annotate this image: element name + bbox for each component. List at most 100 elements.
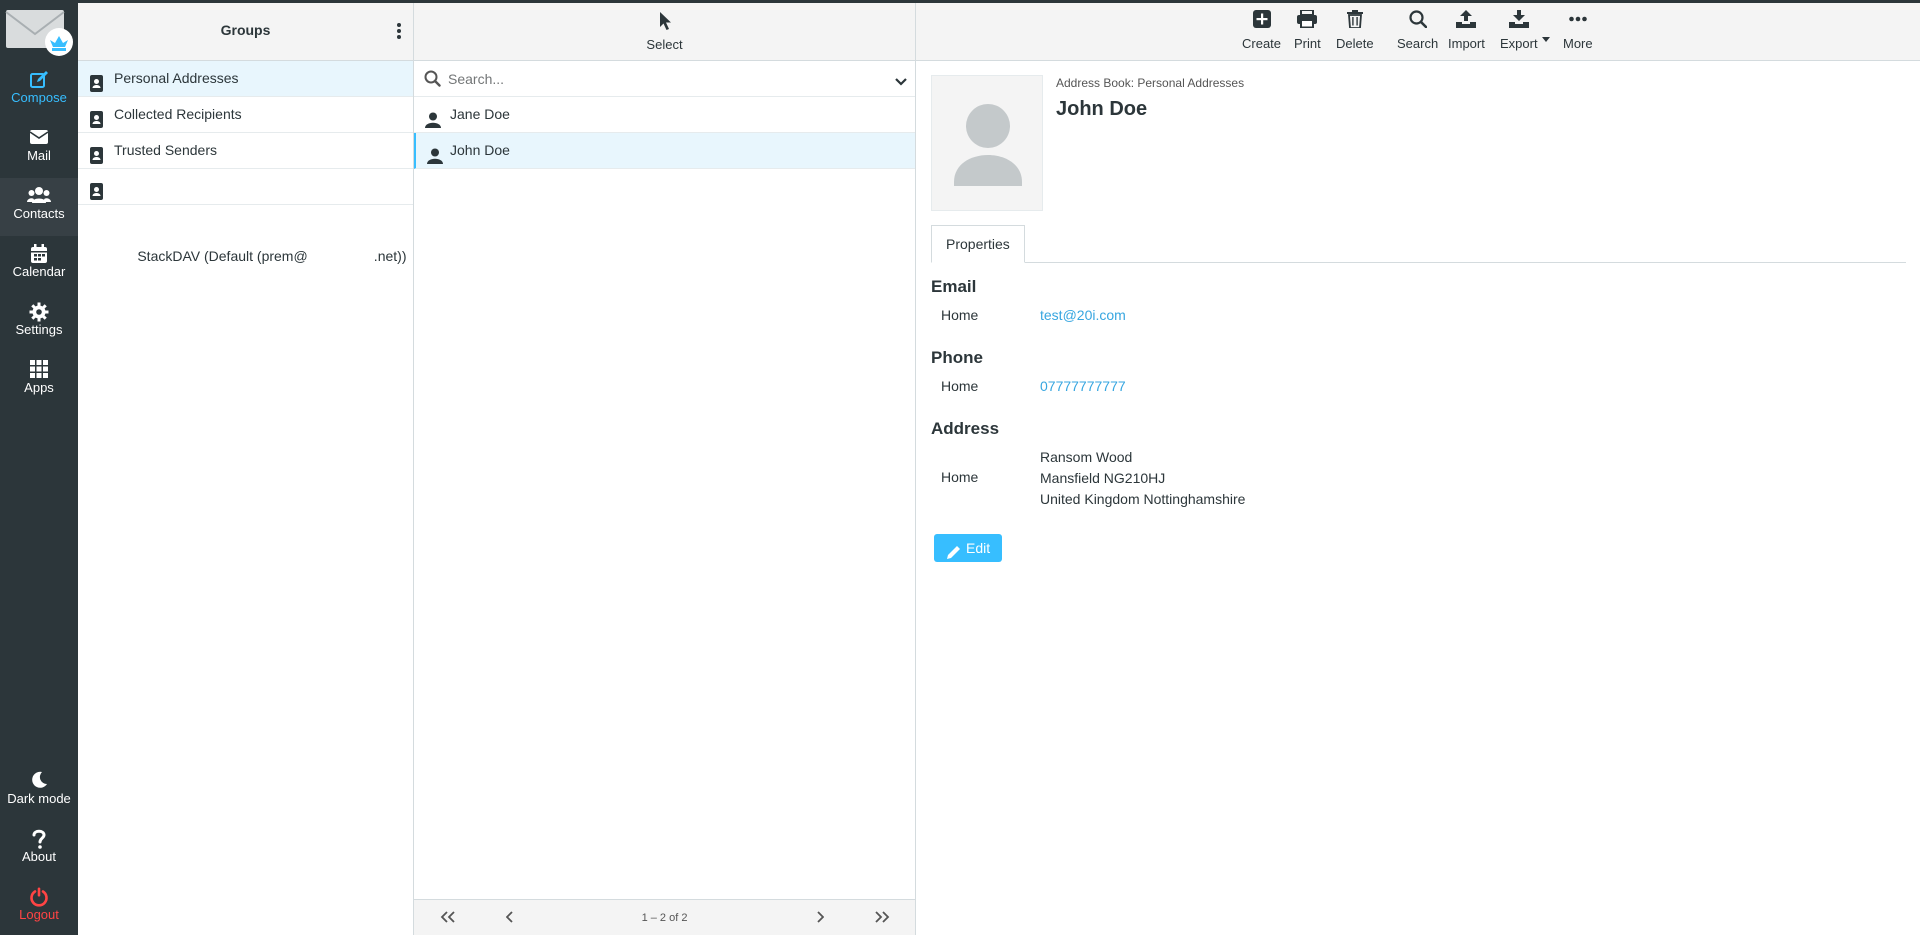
pointer-icon <box>414 11 915 37</box>
nav-calendar-label: Calendar <box>12 264 66 279</box>
nav-compose-label: Compose <box>11 90 67 105</box>
search-label: Search <box>1397 36 1439 51</box>
nav-dark-mode[interactable]: Dark mode <box>0 763 78 821</box>
contact-details-panel: Create Print Delete Search Import Export <box>916 3 1920 935</box>
contact-search-bar <box>414 61 915 97</box>
page-count: 1 – 2 of 2 <box>641 912 688 924</box>
group-item-stackdav[interactable]: StackDAV (Default (prem@ .net)) <box>78 169 413 264</box>
chevron-down-icon[interactable] <box>895 73 907 91</box>
trash-icon <box>1336 10 1374 36</box>
gear-icon <box>0 294 78 322</box>
delete-button[interactable]: Delete <box>1336 10 1374 51</box>
app-window: Compose Mail Contacts Calendar Settings <box>0 0 1920 935</box>
toolbar: Create Print Delete Search Import Export <box>916 3 1920 61</box>
envelope-icon <box>0 120 78 146</box>
address-section-title: Address <box>931 419 1000 438</box>
avatar-placeholder-icon <box>954 104 1022 186</box>
download-icon <box>1500 10 1538 36</box>
printer-icon <box>1294 9 1321 36</box>
contact-row-jane-doe[interactable]: Jane Doe <box>414 97 915 133</box>
plus-square-icon <box>1242 10 1281 36</box>
email-type-label: Home <box>941 307 979 323</box>
nav-settings[interactable]: Settings <box>0 294 78 352</box>
select-button[interactable]: Select <box>414 11 915 52</box>
group-item-label: Trusted Senders <box>114 142 217 158</box>
group-item-personal-addresses[interactable]: Personal Addresses <box>78 61 413 97</box>
last-page-icon[interactable] <box>874 910 890 928</box>
nav-contacts[interactable]: Contacts <box>0 178 78 236</box>
delete-label: Delete <box>1336 36 1374 51</box>
address-book-icon <box>90 142 104 164</box>
phone-type-label: Home <box>941 378 979 394</box>
power-icon <box>0 879 78 907</box>
address-book-icon <box>90 106 104 128</box>
address-line-city: Mansfield NG210HJ <box>1040 470 1166 486</box>
nav-calendar[interactable]: Calendar <box>0 236 78 294</box>
search-button[interactable]: Search <box>1397 10 1438 51</box>
nav-apps[interactable]: Apps <box>0 352 78 410</box>
search-icon <box>1397 10 1438 36</box>
address-line-country: United Kingdom Nottinghamshire <box>1040 491 1246 507</box>
address-line-street: Ransom Wood <box>1040 449 1133 465</box>
pencil-icon <box>946 541 961 569</box>
search-icon <box>424 70 441 92</box>
nav-apps-label: Apps <box>24 380 54 395</box>
print-button[interactable]: Print <box>1294 9 1321 51</box>
group-item-label: Collected Recipients <box>114 106 242 122</box>
tab-properties[interactable]: Properties <box>931 225 1025 263</box>
nav-contacts-label: Contacts <box>13 206 65 221</box>
group-item-label: Personal Addresses <box>114 70 239 86</box>
groups-title: Groups <box>220 22 271 38</box>
more-button[interactable]: More <box>1563 10 1593 51</box>
print-label: Print <box>1294 36 1321 51</box>
question-icon <box>0 821 78 849</box>
export-button[interactable]: Export <box>1500 10 1538 51</box>
groups-menu-icon[interactable] <box>393 21 405 43</box>
select-label: Select <box>646 37 683 52</box>
contact-display-name: John Doe <box>1056 98 1148 120</box>
contact-row-john-doe[interactable]: John Doe <box>414 133 915 169</box>
users-icon <box>0 178 78 204</box>
address-book-icon <box>90 178 104 200</box>
create-button[interactable]: Create <box>1242 10 1281 51</box>
pagination-bar: 1 – 2 of 2 <box>414 899 915 935</box>
app-logo <box>4 6 76 58</box>
import-button[interactable]: Import <box>1448 10 1485 51</box>
address-book-label: Address Book: Personal Addresses <box>1056 76 1245 90</box>
search-input[interactable] <box>448 67 868 91</box>
export-label: Export <box>1500 36 1538 51</box>
list-header: Select <box>414 3 915 61</box>
nav-compose[interactable]: Compose <box>0 62 78 120</box>
groups-panel: Groups Personal Addresses Collected Reci… <box>78 3 414 935</box>
upload-icon <box>1448 10 1485 36</box>
nav-mail[interactable]: Mail <box>0 120 78 178</box>
nav-about[interactable]: About <box>0 821 78 879</box>
email-link[interactable]: test@20i.com <box>1040 307 1126 323</box>
contact-tabs: Properties <box>931 225 1906 263</box>
phone-link[interactable]: 07777777777 <box>1040 378 1126 394</box>
import-label: Import <box>1448 36 1485 51</box>
contact-name: Jane Doe <box>450 106 510 122</box>
contact-name: John Doe <box>450 142 510 158</box>
contact-photo <box>931 75 1043 211</box>
next-page-icon[interactable] <box>816 910 825 928</box>
calendar-icon <box>0 236 78 263</box>
more-label: More <box>1563 36 1593 51</box>
nav-mail-label: Mail <box>27 148 51 163</box>
export-caret-icon[interactable] <box>1542 29 1550 47</box>
nav-logout-label: Logout <box>19 907 59 922</box>
nav-logout[interactable]: Logout <box>0 879 78 935</box>
edit-button[interactable]: Edit <box>934 534 1002 562</box>
phone-section-title: Phone <box>931 348 983 367</box>
main-nav: Compose Mail Contacts Calendar Settings <box>0 0 78 935</box>
nav-dark-mode-label: Dark mode <box>7 791 71 806</box>
group-item-label: StackDAV (Default (prem@ .net)) <box>137 248 407 264</box>
edit-label: Edit <box>966 540 991 556</box>
address-book-icon <box>90 70 104 92</box>
create-label: Create <box>1242 36 1282 51</box>
contact-list-panel: Select Jane Doe John Doe 1 – 2 of 2 <box>414 3 916 935</box>
group-item-collected-recipients[interactable]: Collected Recipients <box>78 97 413 133</box>
address-type-label: Home <box>941 469 979 485</box>
group-item-trusted-senders[interactable]: Trusted Senders <box>78 133 413 169</box>
email-section-title: Email <box>931 277 977 296</box>
